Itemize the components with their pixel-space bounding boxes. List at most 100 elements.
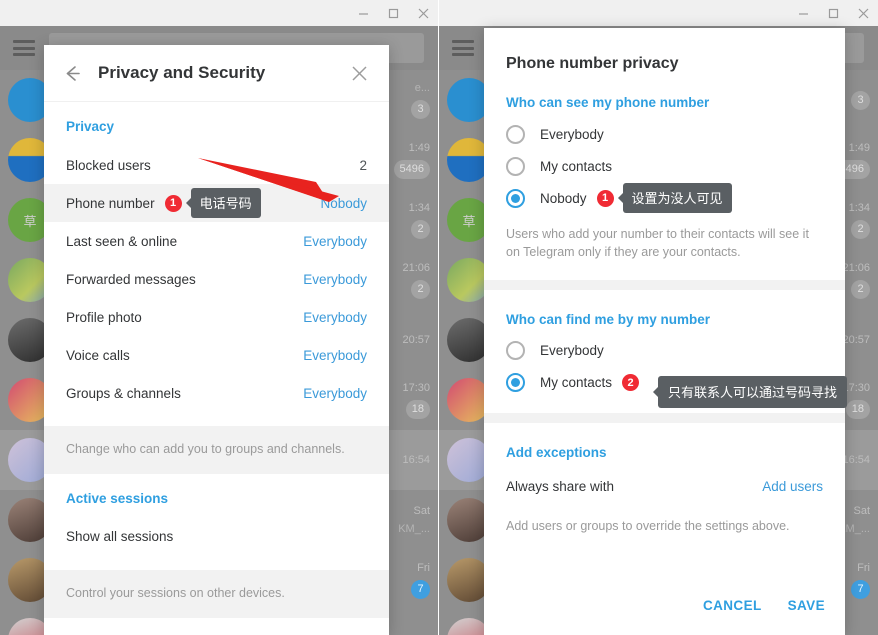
chat-preview-tail: e... [414,81,430,94]
hamburger-icon[interactable] [452,40,474,56]
row-label: Blocked users [66,157,151,173]
chat-meta: 17:30 18 [390,382,430,419]
unread-badge: 7 [411,579,430,599]
row-blocked-users[interactable]: Blocked users 2 [44,146,389,184]
unread-badge: 2 [851,219,870,239]
row-profile-photo[interactable]: Profile photo Everybody [44,298,389,336]
chat-time: 20:57 [402,334,430,346]
screenshot-root: e... 3 1:49 5496 草 1:34 2 21:06 2 20:57 … [0,0,878,635]
radio-label: My contacts [540,375,613,390]
row-value: Everybody [303,347,367,363]
radio-icon-selected [506,188,525,208]
radio-see-nobody[interactable]: Nobody 1 设置为没人可见 [484,182,845,214]
radio-label: Everybody [540,343,604,358]
row-label: Last seen & online [66,233,178,249]
radio-icon [506,156,525,176]
maximize-icon[interactable] [818,0,848,26]
radio-label: Nobody [540,190,587,206]
unread-badge: 18 [845,399,870,419]
radio-icon-selected [506,373,525,392]
close-icon[interactable] [848,0,878,26]
annotation-tooltip: 设置为没人可见 [617,183,732,213]
annotation-tooltip-find: 只有联系人可以通过号码寻找 [652,376,848,408]
close-icon[interactable] [408,0,438,26]
section-add-exceptions-label: Add exceptions [506,444,607,460]
minimize-icon[interactable] [788,0,818,26]
row-phone-number[interactable]: Phone number 1 电话号码 Nobody [44,184,389,222]
chat-meta: 1:34 2 [390,202,430,239]
spacer [44,412,389,426]
chat-time: 16:54 [402,454,430,466]
section-who-can-see-label: Who can see my phone number [506,95,710,110]
row-value: Everybody [303,271,367,287]
spacer [44,555,389,570]
chat-time: 1:49 [848,141,870,154]
back-arrow-icon[interactable] [58,59,86,87]
radio-label: My contacts [540,158,613,174]
section-divider [484,279,845,290]
step-badge: 2 [622,374,640,391]
dialog-title: Phone number privacy [506,55,679,72]
unread-badge: 3 [411,99,430,119]
row-label: Phone number [66,195,155,211]
unread-badge: 2 [411,279,430,299]
save-button[interactable]: SAVE [788,598,825,613]
radio-icon [506,124,525,144]
hint-sessions: Control your sessions on other devices. [44,569,389,618]
row-label: Always share with [506,479,615,494]
row-voice-calls[interactable]: Voice calls Everybody [44,336,389,374]
add-users-button[interactable]: Add users [762,479,823,494]
hint-groups-channels: Change who can add you to groups and cha… [44,426,389,474]
section-active-sessions-label: Active sessions [66,490,169,506]
row-always-share-with[interactable]: Always share with Add users [484,468,845,506]
maximize-icon[interactable] [378,0,408,26]
chat-time: 20:57 [842,334,870,346]
see-description: Users who add your number to their conta… [506,227,809,259]
chat-meta: e... 3 [390,82,430,119]
row-label: Voice calls [66,347,130,363]
row-label: Groups & channels [66,385,181,401]
unread-badge: 7 [851,579,870,599]
page-title: Privacy and Security [98,63,266,82]
chat-meta: 1:49 5496 [390,142,430,179]
unread-badge: 18 [405,399,430,419]
chat-time: Sat [413,505,430,517]
phone-number-privacy-dialog: Phone number privacy Who can see my phon… [484,28,845,635]
row-label: Show all sessions [66,529,174,545]
row-last-seen[interactable]: Last seen & online Everybody [44,222,389,260]
radio-label: Everybody [540,126,604,142]
chat-preview-tail: KM_... [398,523,430,535]
step-badge: 1 [596,189,614,207]
unread-badge: 5496 [393,159,430,179]
right-window: 3 1:49 5496 草 1:34 2 21:06 2 20:57 17:30… [439,0,878,635]
unread-badge: 2 [411,219,430,239]
chat-time: Fri [857,561,870,574]
hamburger-icon[interactable] [13,40,35,56]
section-divider [484,412,845,423]
close-icon[interactable] [345,59,373,87]
row-value: Everybody [303,309,367,325]
radio-see-everybody[interactable]: Everybody [484,118,845,150]
dialog-footer: CANCEL SAVE [703,598,825,613]
radio-see-my-contacts[interactable]: My contacts [484,150,845,182]
chat-time: 21:06 [842,261,870,274]
minimize-icon[interactable] [348,0,378,26]
row-show-all-sessions[interactable]: Show all sessions [44,518,389,556]
chat-meta: 20:57 [390,334,430,346]
spacer [44,617,389,635]
section-privacy-label: Privacy [66,119,115,134]
chat-meta: 21:06 2 [390,262,430,299]
unread-badge: 3 [851,90,870,110]
privacy-and-security-dialog: Privacy and Security Privacy Blocked use… [44,45,389,635]
row-forwarded-messages[interactable]: Forwarded messages Everybody [44,260,389,298]
chat-time: 1:34 [408,201,430,214]
chat-time: Sat [853,505,870,517]
radio-find-everybody[interactable]: Everybody [484,335,845,367]
section-who-can-find-label: Who can find me by my number [506,311,711,327]
row-groups-channels[interactable]: Groups & channels Everybody [44,374,389,412]
right-titlebar [439,0,878,26]
row-label: Forwarded messages [66,271,196,287]
cancel-button[interactable]: CANCEL [703,598,762,613]
row-value: Everybody [303,385,367,401]
chat-time: Fri [417,561,430,574]
